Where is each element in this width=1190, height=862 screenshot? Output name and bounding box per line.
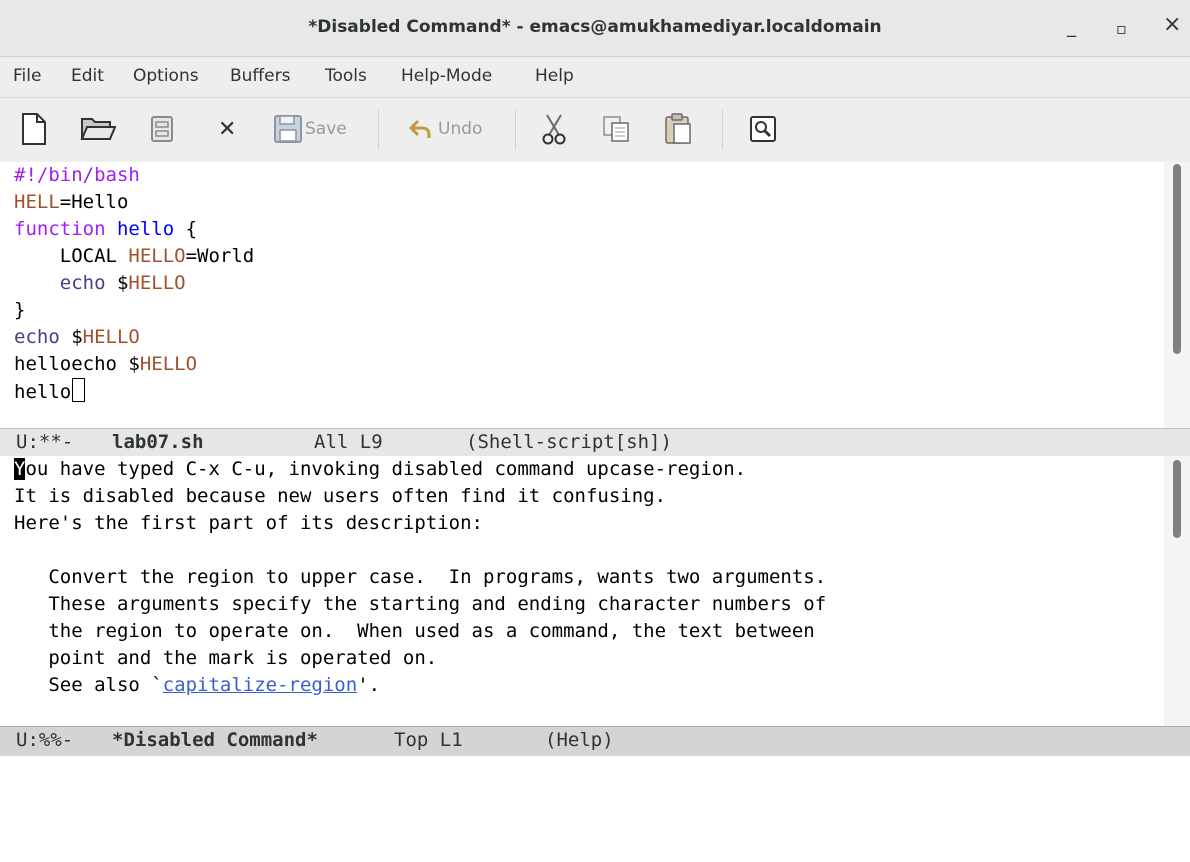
code-line[interactable]: echo $HELLO (14, 270, 254, 297)
menu-options[interactable]: Options (133, 66, 199, 86)
buffer-position: All L9 (314, 431, 383, 453)
menu-buffers[interactable]: Buffers (230, 66, 290, 86)
floppy-disk-icon (274, 115, 302, 143)
help-line: See also ` (14, 674, 163, 696)
help-scrollbar[interactable] (1164, 456, 1190, 726)
menu-help-mode[interactable]: Help-Mode (401, 66, 492, 86)
help-line: the region to operate on. When used as a… (14, 620, 815, 642)
code-text[interactable]: #!/bin/bash HELL=Hello function hello { LO… (14, 162, 254, 406)
code-token: $ (59, 326, 83, 348)
mode-line-help: U:%%- *Disabled Command* Top L1 (Help) (0, 726, 1190, 756)
paste-button[interactable] (664, 112, 692, 146)
buffer-status: U:**- (16, 431, 74, 453)
code-token: hello (14, 381, 72, 403)
help-line: ou have typed C-x C-u, invoking disabled… (25, 458, 747, 480)
search-button[interactable] (750, 112, 776, 146)
code-token: echo (59, 272, 106, 294)
save-button[interactable]: Save (274, 112, 347, 146)
code-line[interactable]: LOCAL HELLO=World (14, 243, 254, 270)
menu-file[interactable]: File (13, 66, 41, 86)
editor-scroll-thumb[interactable] (1173, 164, 1181, 354)
help-line: These arguments specify the starting and… (14, 593, 827, 615)
code-token: { (174, 218, 198, 240)
code-line[interactable]: helloecho $HELLO (14, 351, 254, 378)
code-token: hello (116, 218, 175, 240)
new-file-button[interactable] (21, 112, 47, 146)
code-token: HELLO (128, 245, 186, 267)
help-line: point and the mark is operated on. (14, 647, 438, 669)
code-line[interactable]: echo $HELLO (14, 324, 254, 351)
buffer-name[interactable]: *Disabled Command* (112, 727, 318, 754)
help-line: It is disabled because new users often f… (14, 485, 667, 507)
help-line: Convert the region to upper case. In pro… (14, 566, 827, 588)
code-line[interactable]: function hello { (14, 216, 254, 243)
code-line[interactable]: HELL=Hello (14, 189, 254, 216)
buffer-name[interactable]: lab07.sh (112, 429, 204, 456)
code-token: HELLO (82, 326, 140, 348)
title-bar: *Disabled Command* - emacs@amukhamediyar… (0, 0, 1190, 57)
undo-arrow-icon (408, 119, 431, 138)
capitalize-region-link[interactable]: capitalize-region (163, 674, 357, 696)
toolbar-separator (722, 110, 723, 150)
code-token: HELLO (139, 353, 198, 375)
new-file-icon (22, 113, 46, 145)
menu-bar: File Edit Options Buffers Tools Help-Mod… (0, 57, 1190, 98)
major-mode[interactable]: (Help) (545, 727, 614, 754)
close-button[interactable]: × (1163, 13, 1181, 37)
undo-button[interactable]: Undo (408, 112, 482, 146)
menu-tools[interactable]: Tools (325, 66, 367, 86)
help-text: You have typed C-x C-u, invoking disable… (14, 456, 826, 699)
text-cursor (72, 378, 86, 402)
undo-label: Undo (438, 119, 483, 139)
tool-bar: ✕ Save Undo (0, 98, 1190, 162)
menu-help[interactable]: Help (535, 66, 574, 86)
open-folder-icon (80, 118, 116, 140)
close-x-icon: ✕ (218, 116, 237, 142)
save-label: Save (305, 119, 347, 139)
code-token: helloecho $ (14, 353, 140, 375)
help-line: Here's the first part of its description… (14, 512, 483, 534)
save-disabled-button[interactable] (151, 112, 173, 146)
major-mode[interactable]: (Shell-script[sh]) (466, 429, 672, 456)
code-token: HELLO (128, 272, 186, 294)
open-file-button[interactable] (80, 112, 116, 146)
editor-scrollbar[interactable] (1164, 162, 1190, 428)
code-token: LOCAL (14, 245, 129, 267)
buffer-position: Top L1 (394, 729, 463, 751)
maximize-button[interactable]: ▫ (1116, 17, 1127, 41)
copy-button[interactable] (602, 112, 630, 146)
cabinet-icon (151, 116, 173, 142)
editor-window[interactable]: #!/bin/bash HELL=Hello function hello { LO… (0, 162, 1190, 428)
code-token: echo (14, 326, 60, 348)
clipboard-icon (665, 113, 691, 144)
code-token: function (14, 218, 106, 240)
code-token: =Hello (59, 191, 129, 213)
point-cursor: Y (14, 458, 26, 480)
help-line-end: '. (357, 674, 381, 696)
minimize-button[interactable]: _ (1067, 16, 1076, 40)
search-icon (750, 116, 776, 142)
code-line[interactable]: #!/bin/bash (14, 162, 254, 189)
window-title: *Disabled Command* - emacs@amukhamediyar… (308, 17, 882, 37)
code-line[interactable]: } (14, 297, 254, 324)
cut-button[interactable] (542, 112, 566, 146)
buffer-status: U:%%- (16, 729, 74, 751)
code-token: } (14, 299, 26, 321)
code-token: $ (105, 272, 129, 294)
scissors-icon (542, 114, 566, 145)
code-token: =World (185, 245, 255, 267)
copy-icon (603, 116, 629, 142)
code-token: #!/bin/bash (14, 164, 140, 186)
toolbar-separator (515, 110, 516, 150)
help-scroll-thumb[interactable] (1173, 460, 1181, 538)
close-buffer-button[interactable]: ✕ (218, 112, 236, 146)
menu-edit[interactable]: Edit (71, 66, 104, 86)
mode-line-editor: U:**- lab07.sh All L9 (Shell-script[sh]) (0, 428, 1190, 457)
code-line[interactable]: hello (14, 378, 254, 406)
toolbar-separator (378, 110, 379, 150)
code-token: HELL (14, 191, 60, 213)
help-window[interactable]: You have typed C-x C-u, invoking disable… (0, 456, 1190, 726)
